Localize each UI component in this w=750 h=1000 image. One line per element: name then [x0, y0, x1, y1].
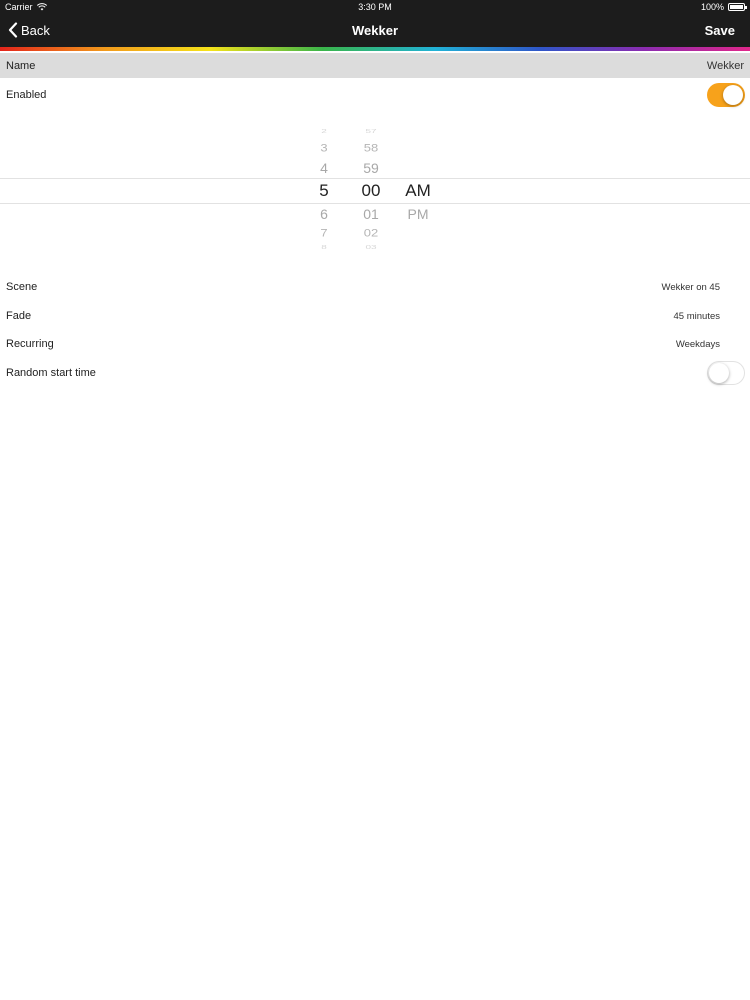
back-button[interactable]: Back: [8, 22, 50, 38]
ampm-option: PM: [407, 206, 429, 222]
hour-wheel[interactable]: 2 3 4 5 6 7 8: [300, 125, 348, 257]
minute-selected: 00: [361, 181, 381, 200]
fade-row[interactable]: Fade 45 minutes: [0, 302, 750, 330]
battery-icon: [728, 3, 747, 11]
minute-option: 01: [363, 206, 379, 222]
battery-percent: 100%: [700, 2, 724, 12]
random-start-label: Random start time: [6, 367, 96, 379]
name-label: Name: [6, 59, 36, 72]
hour-option: 2: [321, 128, 327, 135]
toggle-knob: [723, 85, 743, 105]
fade-value: 45 minutes: [673, 310, 720, 322]
enabled-toggle[interactable]: [707, 83, 745, 107]
minute-option: 57: [365, 128, 377, 135]
scene-value: Wekker on 45: [661, 281, 720, 293]
hour-option: 6: [320, 206, 328, 222]
navigation-bar: Back Wekker Save: [0, 15, 750, 47]
recurring-label: Recurring: [6, 338, 54, 350]
hour-option: 3: [320, 141, 328, 154]
hour-option: 8: [321, 244, 327, 251]
status-time: 3:30 PM: [358, 2, 392, 12]
chevron-left-icon: [8, 22, 18, 38]
name-row[interactable]: Name Wekker: [0, 53, 750, 78]
enabled-label: Enabled: [6, 89, 47, 101]
name-value[interactable]: Wekker: [707, 60, 744, 72]
scene-label: Scene: [6, 281, 38, 293]
status-bar: Carrier 3:30 PM 100%: [0, 0, 750, 15]
random-start-toggle[interactable]: [707, 361, 745, 385]
page-title: Wekker: [351, 23, 398, 38]
time-picker: 2 3 4 5 6 7 8 57 58 59 00 01 02 03 AM PM: [0, 125, 750, 257]
fade-label: Fade: [6, 310, 32, 322]
ampm-selected: AM: [405, 181, 431, 200]
minute-option: 58: [363, 141, 379, 154]
recurring-row[interactable]: Recurring Weekdays: [0, 330, 750, 358]
hour-option: 7: [320, 226, 328, 239]
save-button[interactable]: Save: [705, 23, 735, 38]
ampm-wheel[interactable]: AM PM: [396, 125, 440, 257]
toggle-knob: [709, 363, 729, 383]
back-label: Back: [21, 22, 50, 38]
minute-wheel[interactable]: 57 58 59 00 01 02 03: [346, 125, 396, 257]
rainbow-divider: [0, 47, 750, 51]
battery-indicator: 100%: [700, 2, 747, 12]
hour-option: 4: [320, 160, 328, 176]
minute-option: 02: [363, 226, 379, 239]
minute-option: 03: [365, 244, 377, 251]
hour-selected: 5: [319, 181, 329, 200]
minute-option: 59: [363, 160, 379, 176]
recurring-value: Weekdays: [675, 338, 720, 350]
enabled-row: Enabled: [0, 81, 750, 109]
random-start-row: Random start time: [0, 359, 750, 387]
scene-row[interactable]: Scene Wekker on 45: [0, 273, 750, 301]
